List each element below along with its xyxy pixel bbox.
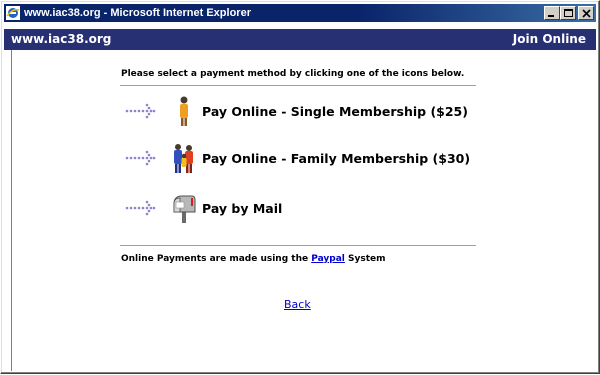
join-online-label: Join Online xyxy=(512,32,586,46)
divider-bottom xyxy=(120,245,476,246)
maximize-icon xyxy=(564,9,573,17)
maximize-button[interactable] xyxy=(560,6,576,20)
browser-window: www.iac38.org - Microsoft Internet Explo… xyxy=(0,0,600,374)
dotted-arrow-icon xyxy=(125,200,156,216)
pay-by-mail-option[interactable]: Pay by Mail xyxy=(125,191,485,225)
pay-family-label: Pay Online - Family Membership ($30) xyxy=(202,150,471,166)
family-icon xyxy=(174,144,193,173)
pay-mail-label: Pay by Mail xyxy=(202,200,283,216)
single-person-icon xyxy=(180,96,188,126)
site-header: www.iac38.org Join Online xyxy=(4,29,596,50)
minimize-button[interactable] xyxy=(544,6,560,20)
paypal-note-suffix: System xyxy=(344,254,386,264)
close-button[interactable] xyxy=(578,6,594,20)
pay-online-single-option[interactable]: Pay Online - Single Membership ($25) xyxy=(125,94,485,128)
paypal-link[interactable]: Paypal xyxy=(311,254,345,264)
mailbox-icon xyxy=(173,195,196,223)
paypal-note-prefix: Online Payments are made using the xyxy=(121,254,312,264)
pay-online-family-option[interactable]: Pay Online - Family Membership ($30) xyxy=(125,141,485,175)
dotted-arrow-icon xyxy=(125,103,156,119)
divider-top xyxy=(120,85,476,86)
minimize-icon xyxy=(548,15,554,17)
ie-icon xyxy=(6,6,20,20)
instructions-text: Please select a payment method by clicki… xyxy=(121,69,465,79)
pay-single-label: Pay Online - Single Membership ($25) xyxy=(202,103,468,119)
paypal-note: Online Payments are made using the Paypa… xyxy=(121,254,385,264)
back-link[interactable]: Back xyxy=(284,298,311,311)
window-title: www.iac38.org - Microsoft Internet Explo… xyxy=(24,7,251,19)
dotted-arrow-icon xyxy=(125,150,156,166)
site-name: www.iac38.org xyxy=(11,32,112,46)
close-icon xyxy=(582,9,591,18)
title-bar[interactable]: www.iac38.org - Microsoft Internet Explo… xyxy=(4,4,596,22)
